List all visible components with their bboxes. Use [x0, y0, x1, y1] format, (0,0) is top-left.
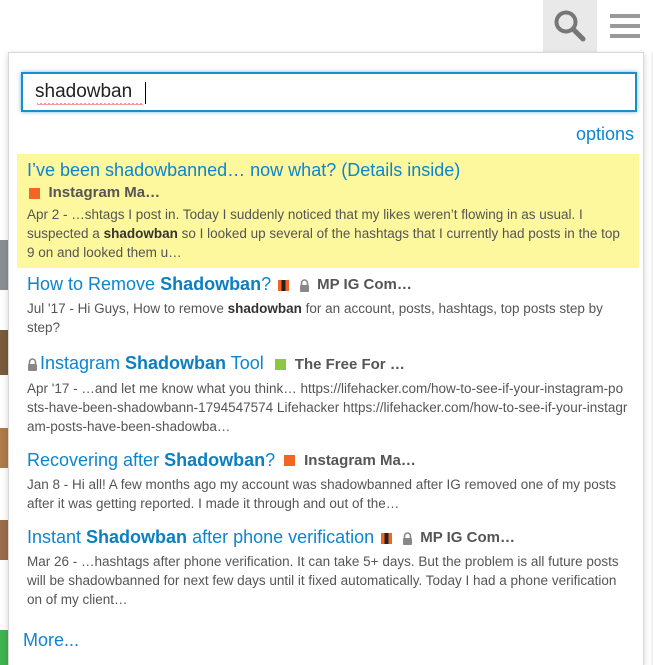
hamburger-menu-button[interactable] [597, 0, 653, 52]
result-excerpt: Mar 26 - …hashtags after phone verificat… [27, 554, 619, 608]
result-title-text[interactable]: ? [265, 450, 275, 470]
result-title[interactable]: How to Remove Shadowban? MP IG Com… [27, 272, 629, 297]
result-excerpt: Apr '17 - …and let me know what you thin… [27, 380, 628, 434]
result-title-text[interactable]: I’ve been shadowbanned… now what? (Detai… [27, 160, 460, 180]
category-color-badge [29, 187, 40, 199]
page-avatar-fragment [0, 428, 8, 468]
result-title[interactable]: Recovering after Shadowban? Instagram Ma… [27, 448, 629, 473]
result-title-text[interactable]: after phone verification [187, 527, 374, 547]
lock-icon [300, 279, 310, 292]
page-avatar-fragment [0, 520, 8, 560]
result-title-match[interactable]: Shadowban [86, 527, 187, 547]
search-icon [554, 10, 586, 42]
excerpt-match: shadowban [103, 226, 178, 242]
search-options-link[interactable]: options [576, 124, 634, 145]
page-avatar-fragment [0, 330, 8, 375]
result-category[interactable]: MP IG Com… [317, 273, 412, 297]
category-color-badge [274, 359, 286, 371]
result-title-match[interactable]: Shadowban [160, 274, 261, 294]
spellcheck-underline [37, 103, 143, 106]
result-title-text[interactable]: Instagram [40, 353, 125, 373]
result-title-text[interactable]: How to Remove [27, 274, 160, 294]
page-avatar-fragment [0, 630, 8, 665]
result-category[interactable]: MP IG Com… [420, 526, 515, 550]
excerpt-text: Jul '17 - Hi Guys, How to remove [27, 301, 228, 317]
search-result[interactable]: Recovering after Shadowban? Instagram Ma… [17, 442, 639, 519]
result-excerpt: Jan 8 - Hi all! A few months ago my acco… [27, 476, 617, 511]
result-excerpt: Jul '17 - Hi Guys, How to remove shadowb… [27, 299, 629, 337]
category-color-badge [278, 279, 290, 291]
search-results: I’ve been shadowbanned… now what? (Detai… [17, 154, 639, 615]
search-field[interactable] [21, 72, 637, 112]
search-result[interactable]: Instagram Shadowban Tool The Free For … … [17, 343, 639, 441]
category-color-badge [284, 455, 296, 467]
search-dropdown: options I’ve been shadowbanned… now what… [8, 52, 644, 665]
result-category[interactable]: Instagram Ma… [304, 449, 416, 473]
more-results-link[interactable]: More... [23, 630, 79, 651]
search-result[interactable]: I’ve been shadowbanned… now what? (Detai… [17, 154, 639, 269]
result-title[interactable]: I’ve been shadowbanned… now what? (Detai… [27, 158, 629, 182]
page-background [0, 52, 8, 72]
search-button[interactable] [543, 0, 597, 52]
page-avatar-fragment [0, 240, 8, 290]
result-category[interactable]: The Free For … [295, 353, 405, 377]
result-title[interactable]: Instagram Shadowban Tool The Free For … [27, 351, 629, 376]
result-category[interactable]: Instagram Ma… [48, 183, 160, 203]
header-controls [543, 0, 653, 52]
result-title-text[interactable]: Instant [27, 527, 86, 547]
result-title-text[interactable]: Tool [226, 353, 264, 373]
hamburger-menu-icon [610, 14, 640, 38]
result-title-match[interactable]: Shadowban [125, 353, 226, 373]
excerpt-match: shadowban [227, 301, 302, 317]
category-color-badge [381, 532, 393, 544]
result-title-text[interactable]: ? [261, 274, 271, 294]
result-excerpt: Apr 2 - …shtags I post in. Today I sudde… [27, 205, 629, 262]
text-caret [145, 82, 146, 104]
lock-icon [28, 358, 37, 372]
result-title-match[interactable]: Shadowban [164, 450, 265, 470]
result-title[interactable]: Instant Shadowban after phone verificati… [27, 525, 629, 550]
search-result[interactable]: Instant Shadowban after phone verificati… [17, 519, 639, 615]
result-title-text[interactable]: Recovering after [27, 450, 164, 470]
lock-icon [403, 532, 413, 545]
search-result[interactable]: How to Remove Shadowban? MP IG Com… Jul … [17, 268, 639, 343]
